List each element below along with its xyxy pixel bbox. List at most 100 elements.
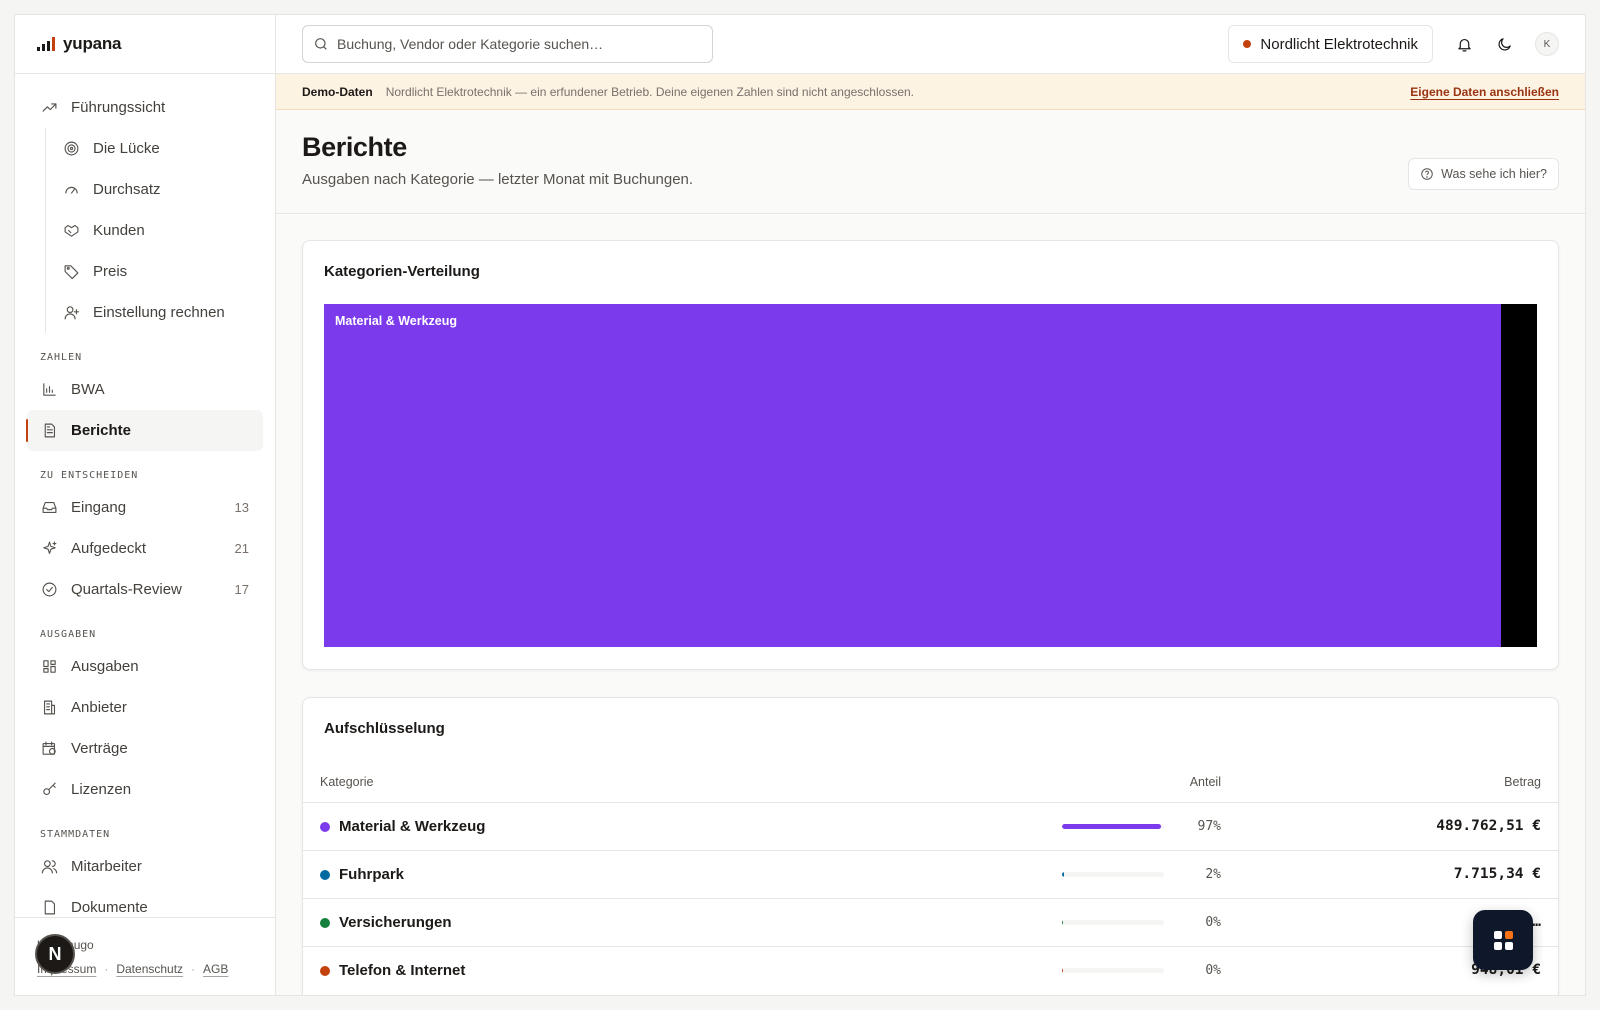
sidebar-item-lizenzen[interactable]: Lizenzen bbox=[15, 769, 275, 810]
demo-message: Nordlicht Elektrotechnik — ein erfundene… bbox=[385, 84, 914, 99]
sidebar-footer: hugo.hugo Impressum · Datenschutz · AGB … bbox=[15, 917, 275, 995]
sidebar-item-label: Die Lücke bbox=[93, 140, 160, 157]
sidebar-item-führungssicht[interactable]: Führungssicht bbox=[15, 87, 275, 128]
share-bar-fill bbox=[1062, 872, 1065, 877]
sidebar-item-aufgedeckt[interactable]: Aufgedeckt 21 bbox=[15, 528, 275, 569]
company-switcher[interactable]: Nordlicht Elektrotechnik bbox=[1228, 25, 1433, 63]
column-betrag[interactable]: Betrag bbox=[1504, 775, 1541, 789]
sidebar-item-label: Eingang bbox=[71, 499, 127, 516]
breakdown-card: Aufschlüsselung Kategorie Anteil Betrag … bbox=[302, 697, 1559, 995]
column-anteil[interactable]: Anteil bbox=[1190, 775, 1221, 789]
sparkles-icon bbox=[40, 540, 58, 558]
table-row[interactable]: Material & Werkzeug 97% 489.762,51 € bbox=[303, 802, 1558, 850]
category-color-dot bbox=[320, 870, 330, 880]
brand[interactable]: yupana bbox=[15, 15, 275, 74]
help-button[interactable]: Was sehe ich hier? bbox=[1408, 158, 1559, 190]
sidebar-item-durchsatz[interactable]: Durchsatz bbox=[15, 169, 275, 210]
grid-icon bbox=[40, 658, 58, 676]
table-row[interactable]: Versicherungen0%2.182,… bbox=[303, 898, 1558, 946]
category-name: Versicherungen bbox=[339, 914, 452, 931]
search-icon bbox=[315, 38, 327, 50]
sidebar-item-preis[interactable]: Preis bbox=[15, 251, 275, 292]
main-content: Kategorien-Verteilung Material & Werkzeu… bbox=[276, 215, 1585, 995]
sidebar-item-label: Berichte bbox=[71, 422, 132, 439]
demo-banner: Demo-Daten Nordlicht Elektrotechnik — ei… bbox=[276, 74, 1585, 110]
category-color-dot bbox=[320, 822, 330, 832]
sidebar-item-verträge[interactable]: Verträge bbox=[15, 728, 275, 769]
category-color-dot bbox=[320, 918, 330, 928]
inbox-icon bbox=[40, 499, 58, 517]
sidebar-item-mitarbeiter[interactable]: Mitarbeiter bbox=[15, 846, 275, 887]
document-icon bbox=[40, 422, 58, 440]
demo-tag: Demo-Daten bbox=[302, 84, 373, 99]
file-icon bbox=[40, 899, 58, 917]
share-bar bbox=[1062, 968, 1164, 973]
category-treemap: Material & Werkzeug bbox=[324, 304, 1537, 647]
table-row[interactable]: Fuhrpark 2% 7.715,34 € bbox=[303, 850, 1558, 898]
sidebar-item-quartals-review[interactable]: Quartals-Review 17 bbox=[15, 569, 275, 610]
distribution-title: Kategorien-Verteilung bbox=[324, 263, 480, 280]
footer-link-datenschutz[interactable]: Datenschutz bbox=[116, 962, 183, 976]
column-kategorie[interactable]: Kategorie bbox=[320, 775, 374, 789]
treemap-cell[interactable] bbox=[1500, 304, 1537, 647]
category-amount: 489.762,51 € bbox=[1436, 818, 1541, 834]
sidebar-item-label: Preis bbox=[93, 263, 128, 280]
sidebar-item-anbieter[interactable]: Anbieter bbox=[15, 687, 275, 728]
sidebar: yupana Führungssicht Die Lücke Durchsatz Ku… bbox=[15, 15, 276, 995]
share-percent: 0% bbox=[1205, 963, 1221, 978]
sidebar-section-label: AUSGABEN bbox=[40, 629, 97, 640]
share-percent: 2% bbox=[1205, 867, 1221, 882]
table-row[interactable]: Telefon & Internet 0% 948,01 € bbox=[303, 946, 1558, 994]
sidebar-item-bwa[interactable]: BWA bbox=[15, 369, 275, 410]
avatar[interactable]: K bbox=[1535, 32, 1559, 56]
treemap-cell[interactable]: Material & Werkzeug bbox=[324, 304, 1501, 647]
topbar: Nordlicht Elektrotechnik K bbox=[276, 15, 1585, 74]
target-icon bbox=[62, 140, 80, 158]
sidebar-item-einstellung-rechnen[interactable]: Einstellung rechnen bbox=[15, 292, 275, 333]
footer-link-agb[interactable]: AGB bbox=[203, 962, 228, 976]
app-frame: yupana Führungssicht Die Lücke Durchsatz Ku… bbox=[14, 14, 1586, 996]
apps-grid-icon bbox=[1493, 930, 1502, 939]
sidebar-item-die-lücke[interactable]: Die Lücke bbox=[15, 128, 275, 169]
share-bar bbox=[1062, 920, 1164, 925]
sidebar-item-label: Anbieter bbox=[71, 699, 127, 716]
apps-fab-button[interactable] bbox=[1473, 910, 1533, 970]
table-body: Material & Werkzeug 97% 489.762,51 € Fuhrpa… bbox=[303, 802, 1558, 994]
search-input[interactable] bbox=[337, 36, 697, 52]
table-header: Kategorie Anteil Betrag bbox=[303, 772, 1558, 802]
share-percent: 97% bbox=[1197, 819, 1221, 834]
category-name: Material & Werkzeug bbox=[339, 818, 486, 835]
category-amount: 7.715,34 € bbox=[1453, 866, 1541, 882]
key-icon bbox=[40, 781, 58, 799]
sidebar-item-eingang[interactable]: Eingang 13 bbox=[15, 487, 275, 528]
check-circle-icon bbox=[40, 581, 58, 599]
trending-up-icon bbox=[40, 99, 58, 117]
gauge-icon bbox=[62, 181, 80, 199]
dev-tools-badge[interactable]: N bbox=[35, 934, 75, 974]
share-bar-fill bbox=[1062, 968, 1064, 973]
sidebar-item-kunden[interactable]: Kunden bbox=[15, 210, 275, 251]
sidebar-item-berichte[interactable]: Berichte bbox=[26, 410, 263, 451]
share-bar bbox=[1062, 872, 1164, 877]
sidebar-item-label: Kunden bbox=[93, 222, 145, 239]
building-icon bbox=[40, 699, 58, 717]
sidebar-item-ausgaben[interactable]: Ausgaben bbox=[15, 646, 275, 687]
bell-icon[interactable] bbox=[1453, 33, 1475, 55]
sidebar-section-label: ZU ENTSCHEIDEN bbox=[40, 470, 139, 481]
calendar-clock-icon bbox=[40, 740, 58, 758]
user-plus-icon bbox=[62, 304, 80, 322]
brand-logo-icon bbox=[37, 37, 55, 51]
search-box[interactable] bbox=[302, 25, 713, 63]
category-name: Telefon & Internet bbox=[339, 962, 466, 979]
sidebar-item-label: Mitarbeiter bbox=[71, 858, 142, 875]
bar-chart-icon bbox=[40, 381, 58, 399]
sidebar-item-label: Quartals-Review bbox=[71, 581, 182, 598]
share-bar-fill bbox=[1062, 920, 1064, 925]
sidebar-item-label: Ausgaben bbox=[71, 658, 139, 675]
sidebar-nav: Führungssicht Die Lücke Durchsatz Kunden Pre… bbox=[15, 87, 275, 928]
sidebar-item-label: Führungssicht bbox=[71, 99, 166, 116]
moon-icon[interactable] bbox=[1493, 33, 1515, 55]
page-subtitle: Ausgaben nach Kategorie — letzter Monat … bbox=[302, 171, 694, 188]
connect-data-link[interactable]: Eigene Daten anschließen bbox=[1410, 85, 1559, 99]
share-bar bbox=[1062, 824, 1164, 829]
